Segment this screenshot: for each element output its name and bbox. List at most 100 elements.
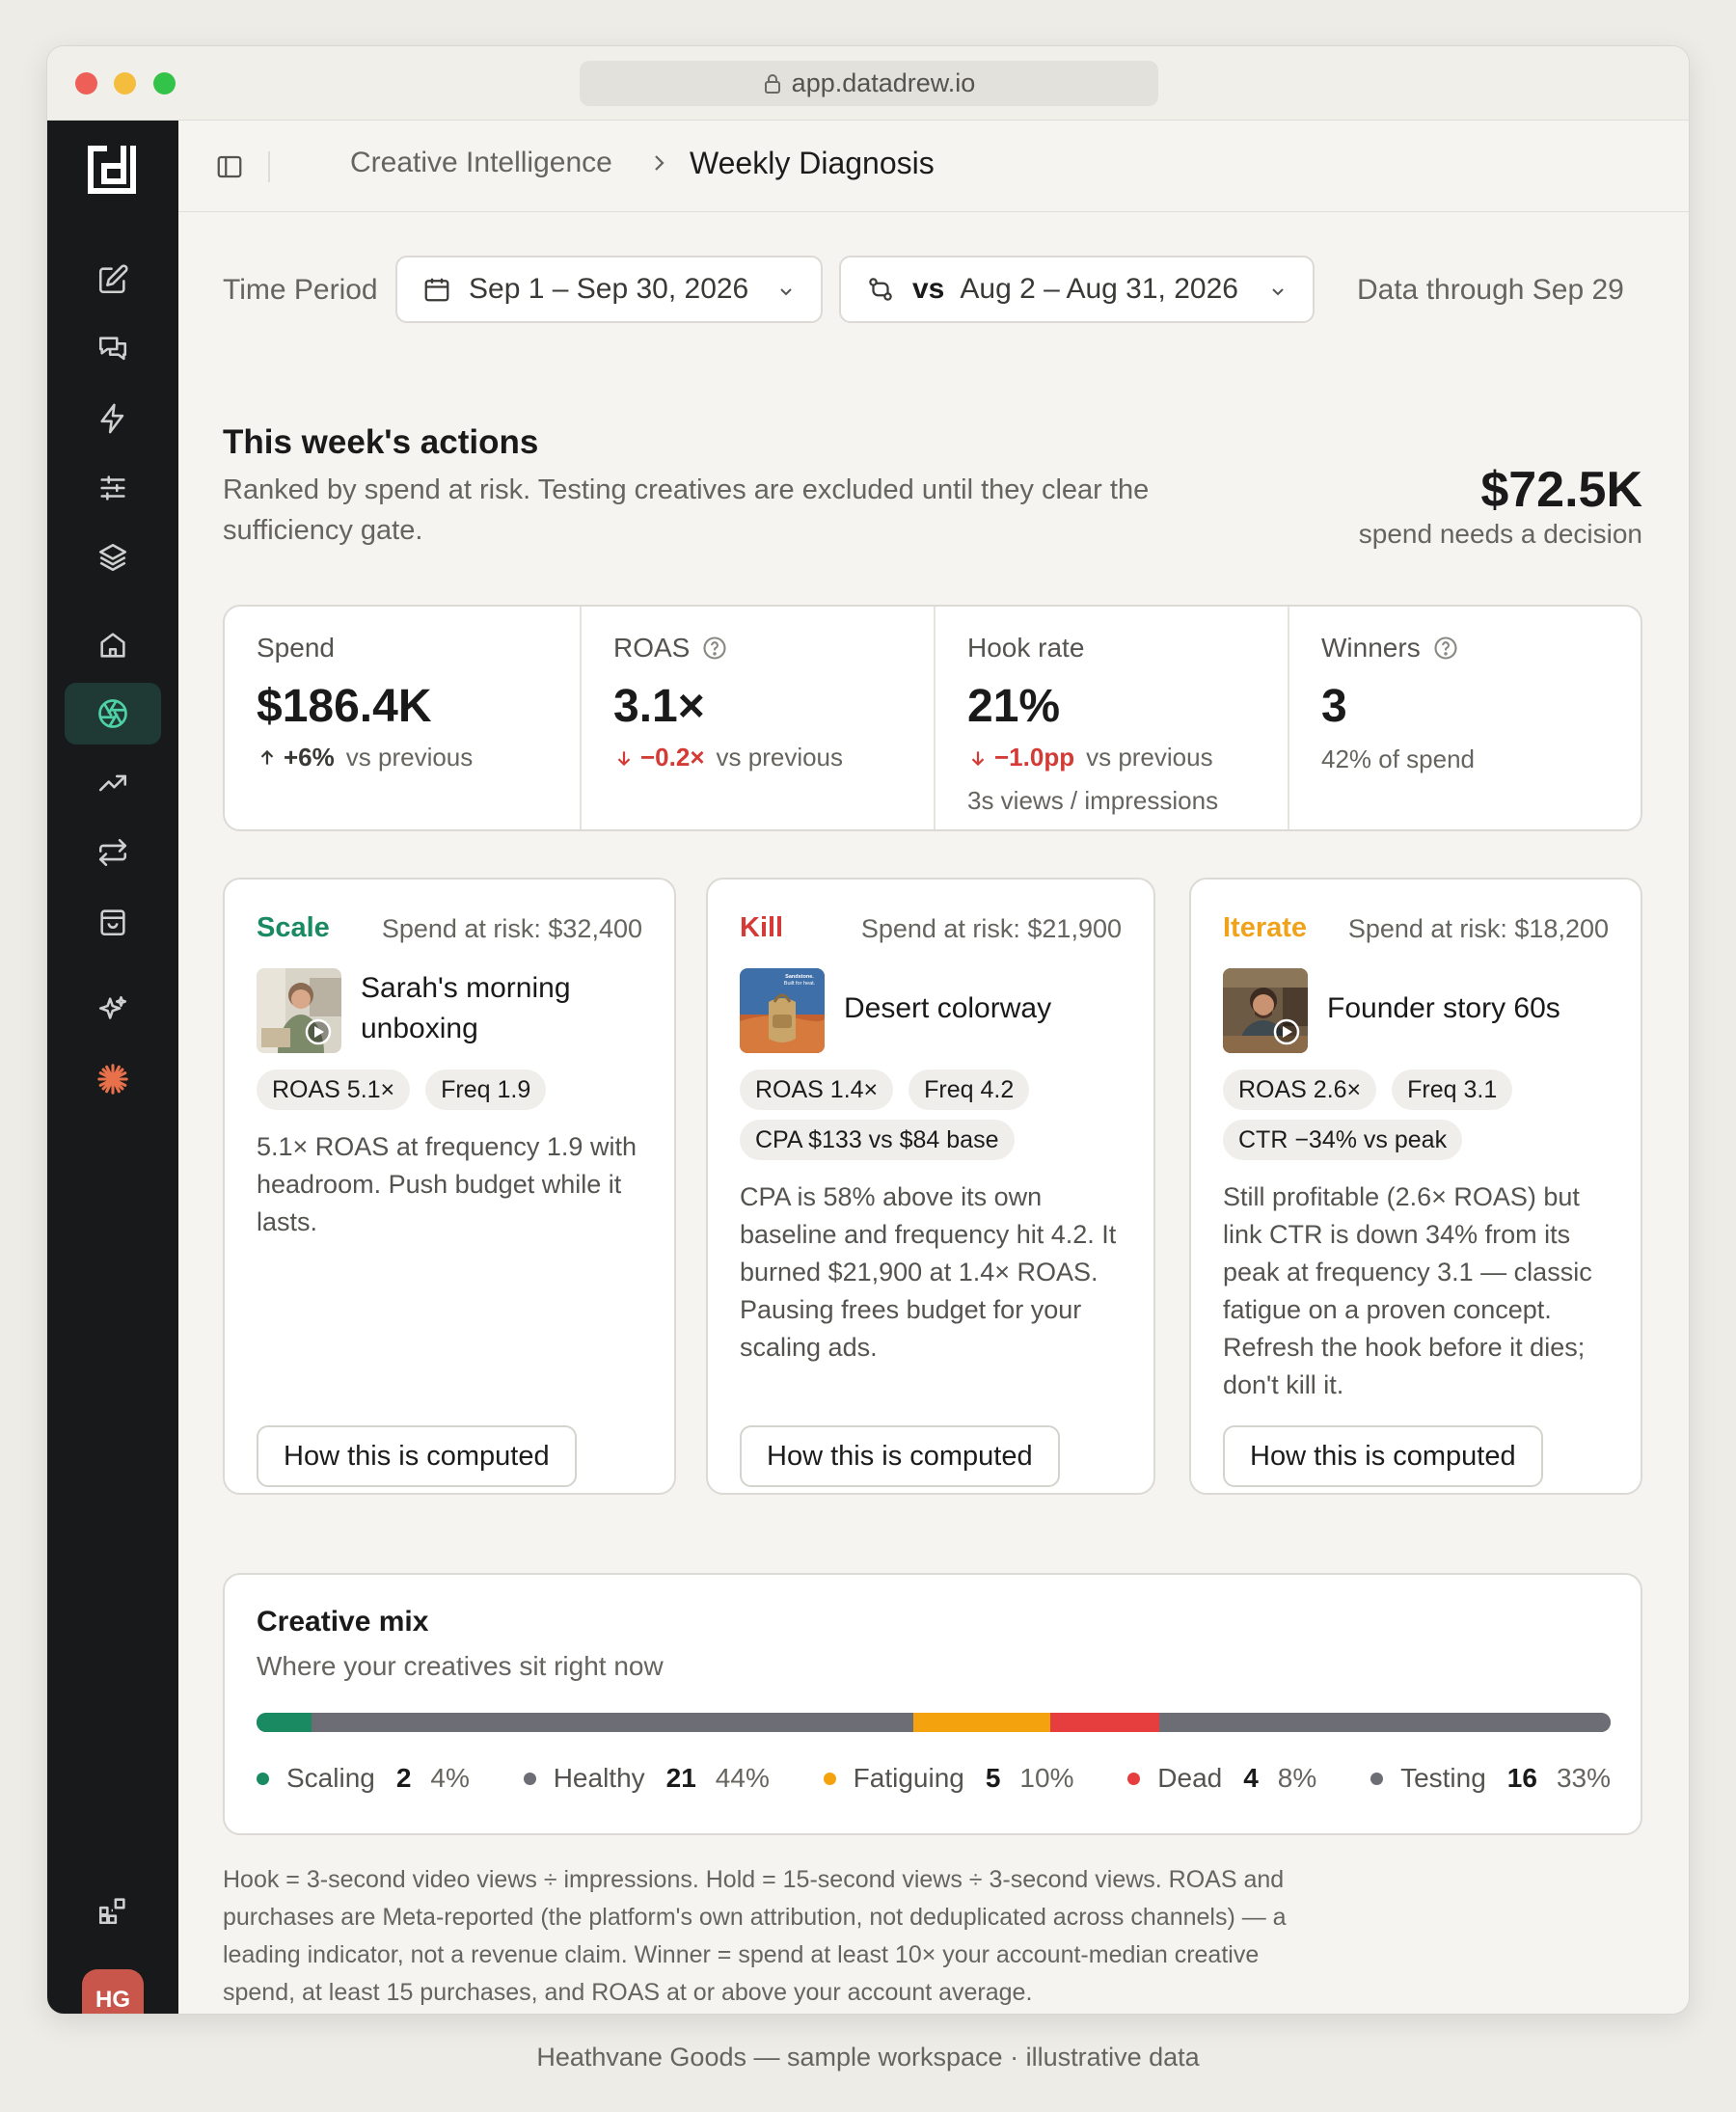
- chevron-right-icon: [655, 155, 665, 171]
- kpi-value: 21%: [967, 681, 1061, 732]
- compare-range-select[interactable]: vs Aug 2 – Aug 31, 2026: [839, 256, 1315, 323]
- sidebar-item-creative-intelligence[interactable]: [65, 683, 161, 745]
- breadcrumb-parent[interactable]: Creative Intelligence: [350, 147, 612, 179]
- mix-subtitle: Where your creatives sit right now: [257, 1651, 664, 1681]
- creative-thumbnail[interactable]: Sandstone. Built for heat.: [740, 968, 825, 1053]
- kpi-delta-suffix: vs previous: [1086, 743, 1213, 772]
- divider: [268, 151, 270, 182]
- address-bar[interactable]: app.datadrew.io: [580, 61, 1158, 106]
- kpi-note: 3s views / impressions: [967, 786, 1219, 815]
- date-range-select[interactable]: Sep 1 – Sep 30, 2026: [395, 256, 823, 323]
- creative-name: Sarah's morning unboxing: [361, 972, 571, 1044]
- mix-segment-fatiguing: [912, 1713, 1050, 1732]
- grid-plus-icon: [98, 1898, 125, 1925]
- sidebar-toggle-icon[interactable]: [215, 152, 244, 181]
- arrow-down-icon: [617, 750, 631, 766]
- top-bar: Creative Intelligence Weekly Diagnosis: [178, 121, 1689, 212]
- layers-icon: [98, 543, 127, 572]
- legend-count: 5: [985, 1763, 1001, 1793]
- sidebar-item-compare[interactable]: [65, 822, 161, 883]
- verdict-label: Scale: [257, 912, 330, 943]
- help-icon[interactable]: [701, 635, 728, 662]
- page-title: Weekly Diagnosis: [690, 146, 935, 180]
- kpi-note: 42% of spend: [1321, 745, 1476, 773]
- creative-thumbnail[interactable]: [1223, 968, 1308, 1053]
- sidebar-item-ai[interactable]: [65, 979, 161, 1041]
- kpi-hook-rate: Hook rate 21% −1.0pp vs previous 3s view…: [936, 607, 1289, 829]
- bolt-icon: [100, 403, 124, 434]
- legend-dead: Dead 4 8%: [1127, 1763, 1316, 1794]
- title-bar: app.datadrew.io: [47, 46, 1689, 121]
- legend-percent: 44%: [715, 1763, 770, 1793]
- arrow-up-icon: [260, 749, 274, 765]
- metric-chips: ROAS 2.6× Freq 3.1 CTR −34% vs peak: [1223, 1070, 1621, 1160]
- metric-chip: CPA $133 vs $84 base: [740, 1120, 1015, 1160]
- mix-title: Creative mix: [257, 1606, 429, 1638]
- kpi-label: Spend: [257, 633, 335, 663]
- help-icon[interactable]: [1432, 635, 1459, 662]
- minimize-window-button[interactable]: [114, 72, 136, 95]
- methodology-footnote: Hook = 3-second video views ÷ impression…: [223, 1866, 1287, 2006]
- url-text: app.datadrew.io: [791, 68, 976, 97]
- sidebar-item-settings[interactable]: [65, 457, 161, 519]
- kpi-winners: Winners 3 42% of spend: [1289, 607, 1641, 829]
- sidebar-item-home[interactable]: [65, 614, 161, 676]
- legend-count: 2: [395, 1763, 412, 1793]
- trend-icon: [98, 774, 127, 792]
- home-icon: [100, 633, 125, 658]
- kpi-delta-suffix: vs previous: [716, 743, 844, 772]
- legend-dot: [1127, 1772, 1141, 1785]
- spend-at-risk-total: $72.5K: [1480, 462, 1642, 518]
- calendar-icon: [424, 278, 449, 302]
- how-computed-button[interactable]: How this is computed: [1223, 1425, 1543, 1487]
- close-window-button[interactable]: [75, 72, 97, 95]
- creative-thumbnail[interactable]: [257, 968, 341, 1053]
- chevron-down-icon: [1272, 288, 1284, 296]
- legend-fatiguing: Fatiguing 5 10%: [823, 1763, 1074, 1794]
- verdict-label: Iterate: [1223, 912, 1308, 943]
- edit-icon: [98, 264, 128, 294]
- legend-healthy: Healthy 21 44%: [523, 1763, 770, 1794]
- browser-window: app.datadrew.io HG Creative Intelligence…: [46, 45, 1690, 2015]
- spend-at-risk: Spend at risk: $32,400: [381, 914, 642, 943]
- sidebar-item-trends[interactable]: [65, 752, 161, 814]
- mix-legend: Scaling 2 4% Healthy 21 44% Fatiguing 5 …: [257, 1763, 1611, 1794]
- sidebar-item-integrations[interactable]: [65, 1048, 161, 1110]
- maximize-window-button[interactable]: [153, 72, 176, 95]
- legend-count: 16: [1506, 1763, 1537, 1793]
- thumbnail-caption: Built for heat.: [784, 981, 816, 987]
- legend-dot: [823, 1772, 836, 1785]
- action-card-scale: Scale Spend at risk: $32,400 Sarah's mor…: [223, 878, 676, 1495]
- kpi-delta: −0.2×: [640, 743, 705, 772]
- card-description: CPA is 58% above its own baseline and fr…: [740, 1182, 1117, 1362]
- sidebar-item-edit[interactable]: [65, 249, 161, 311]
- metric-chip: Freq 3.1: [1392, 1070, 1513, 1110]
- kpi-delta-suffix: vs previous: [345, 743, 474, 772]
- metric-chip: ROAS 1.4×: [740, 1070, 894, 1110]
- kpi-roas: ROAS 3.1× −0.2× vs previous: [582, 607, 936, 829]
- sidebar-item-products[interactable]: [65, 891, 161, 953]
- actions-subtitle: Ranked by spend at risk. Testing creativ…: [223, 474, 1150, 546]
- how-computed-button[interactable]: How this is computed: [740, 1425, 1060, 1487]
- legend-label: Dead: [1157, 1763, 1223, 1793]
- sidebar-item-chat[interactable]: [65, 318, 161, 380]
- sidebar-item-apps[interactable]: [65, 1880, 161, 1941]
- how-computed-button[interactable]: How this is computed: [257, 1425, 577, 1487]
- kpi-value: 3.1×: [613, 681, 705, 732]
- legend-percent: 10%: [1019, 1763, 1074, 1793]
- legend-percent: 33%: [1556, 1763, 1611, 1793]
- spend-at-risk-label: spend needs a decision: [1358, 519, 1642, 549]
- workspace-avatar[interactable]: HG: [82, 1969, 144, 2014]
- legend-count: 21: [665, 1763, 696, 1793]
- metric-chips: ROAS 5.1× Freq 1.9: [257, 1070, 655, 1110]
- legend-dot: [257, 1772, 269, 1785]
- lock-icon: [764, 73, 780, 94]
- metric-chip: CTR −34% vs peak: [1223, 1120, 1463, 1160]
- chevron-down-icon: [780, 288, 792, 296]
- sidebar-item-automations[interactable]: [65, 388, 161, 449]
- kpi-label: Winners: [1321, 633, 1421, 663]
- sidebar-item-layers[interactable]: [65, 527, 161, 588]
- workspace-caption: Heathvane Goods — sample workspace · ill…: [536, 2043, 1200, 2071]
- legend-dot: [1370, 1772, 1384, 1785]
- metric-chips: ROAS 1.4× Freq 4.2 CPA $133 vs $84 base: [740, 1070, 1134, 1160]
